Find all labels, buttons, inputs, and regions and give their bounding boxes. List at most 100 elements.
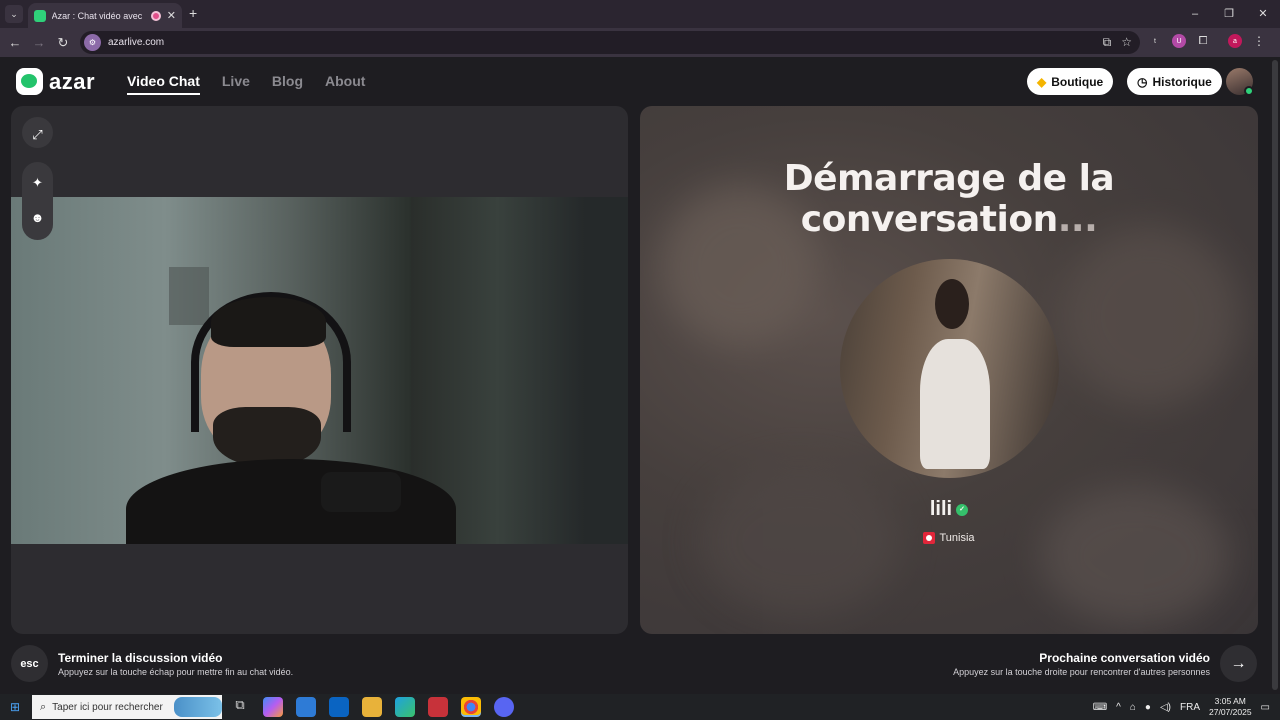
- self-video-panel: ⤢ ✦ ☻: [11, 106, 628, 634]
- taskbar-search[interactable]: ⌕ Taper ici pour rechercher: [32, 695, 222, 719]
- browser-menu-icon[interactable]: ⋮: [1252, 34, 1266, 48]
- tab-search-icon[interactable]: ⌄: [5, 5, 23, 23]
- copilot-icon[interactable]: [263, 697, 283, 717]
- historique-label: Historique: [1152, 74, 1212, 89]
- azar-favicon-icon: [34, 9, 46, 22]
- clock[interactable]: 3:05 AM 27/07/2025: [1209, 696, 1252, 718]
- show-hidden-icons-icon[interactable]: ^: [1116, 702, 1121, 713]
- close-window-button[interactable]: ✕: [1246, 0, 1280, 28]
- forward-arrow-icon[interactable]: →: [27, 35, 51, 50]
- tab-title: Azar : Chat vidéo avec de n: [51, 10, 145, 21]
- reload-icon[interactable]: ↻: [51, 35, 75, 51]
- historique-button[interactable]: ◷ Historique: [1127, 68, 1222, 95]
- system-tray: ⌨ ^ ⌂ ● ◁) FRA 3:05 AM 27/07/2025 ▭: [1093, 694, 1280, 720]
- clock-icon: ◷: [1137, 74, 1148, 89]
- nav-live[interactable]: Live: [222, 73, 250, 95]
- new-tab-icon[interactable]: +: [189, 5, 197, 21]
- gem-icon: ◆: [1037, 74, 1047, 89]
- microphone: [321, 472, 401, 512]
- nav-blog[interactable]: Blog: [272, 73, 303, 95]
- address-bar[interactable]: ⚙ azarlive.com ⧉ ☆: [80, 31, 1140, 54]
- photo-figure-dress: [920, 339, 990, 469]
- chat-controls-bar: esc Terminer la discussion vidéo Appuyez…: [0, 645, 1280, 694]
- audio-recording-icon[interactable]: [150, 10, 161, 21]
- online-status-icon: [1244, 86, 1254, 96]
- connecting-dots: ...: [1057, 199, 1098, 240]
- blur-shape: [1060, 226, 1240, 406]
- edge-icon[interactable]: [395, 697, 415, 717]
- bookmark-star-icon[interactable]: ☆: [1121, 35, 1132, 50]
- boutique-label: Boutique: [1051, 74, 1104, 89]
- search-placeholder: Taper ici pour rechercher: [52, 701, 163, 713]
- scrollbar-thumb[interactable]: [1272, 60, 1278, 690]
- end-chat-title: Terminer la discussion vidéo: [58, 651, 223, 665]
- window-controls: – ❐ ✕: [1178, 0, 1280, 28]
- install-app-icon[interactable]: ⧉: [1103, 35, 1112, 50]
- photo-figure-head: [935, 279, 969, 329]
- network-icon[interactable]: ⌂: [1130, 702, 1136, 713]
- site-info-icon[interactable]: ⚙: [84, 34, 101, 51]
- expand-button[interactable]: ⤢: [22, 117, 53, 148]
- match-country: Tunisia: [640, 532, 1258, 545]
- file-explorer-icon[interactable]: [362, 697, 382, 717]
- task-view-icon[interactable]: ⧉: [230, 697, 250, 717]
- discord-icon[interactable]: [494, 697, 514, 717]
- back-arrow-icon[interactable]: ←: [3, 35, 27, 50]
- microsoft-store-icon[interactable]: [296, 697, 316, 717]
- partner-video-panel: Démarrage de la conversation... lili ✓ Tu…: [640, 106, 1258, 634]
- microphone-icon[interactable]: ●: [1145, 702, 1151, 713]
- tunisia-flag-icon: [923, 532, 936, 545]
- country-name: Tunisia: [939, 532, 975, 544]
- effects-toolbar: ✦ ☻: [22, 162, 53, 240]
- expand-icon: ⤢: [32, 127, 43, 142]
- match-name: lili ✓: [640, 498, 1258, 521]
- end-chat-button[interactable]: esc: [11, 645, 48, 682]
- maximize-button[interactable]: ❐: [1212, 0, 1246, 28]
- user-avatar[interactable]: [1226, 68, 1254, 96]
- extensions-area: t U ⧠ a ⋮: [1148, 34, 1266, 48]
- browser-tabbar: ⌄ Azar : Chat vidéo avec de n ✕ + – ❐ ✕: [0, 0, 1280, 28]
- chrome-icon[interactable]: [461, 697, 481, 717]
- wall-frame: [169, 267, 209, 325]
- azar-logo[interactable]: azar: [16, 68, 95, 95]
- person-beard: [213, 407, 321, 467]
- main-nav: Video Chat Live Blog About: [127, 73, 365, 95]
- extensions-puzzle-icon[interactable]: ⧠: [1196, 34, 1210, 48]
- match-name-text: lili: [929, 498, 953, 520]
- volume-icon[interactable]: ◁): [1160, 702, 1171, 713]
- app-window-icon[interactable]: [428, 697, 448, 717]
- site-header: azar Video Chat Live Blog About ◆ Boutiq…: [0, 57, 1280, 105]
- nav-about[interactable]: About: [325, 73, 365, 95]
- outlook-icon[interactable]: [329, 697, 349, 717]
- azar-site: azar Video Chat Live Blog About ◆ Boutiq…: [0, 57, 1280, 694]
- search-icon: ⌕: [40, 700, 47, 713]
- face-filter-icon[interactable]: ☻: [31, 200, 45, 235]
- profile-avatar-icon[interactable]: a: [1228, 34, 1242, 48]
- next-chat-hint: Appuyez sur la touche droite pour rencon…: [953, 667, 1210, 677]
- boutique-button[interactable]: ◆ Boutique: [1027, 68, 1114, 95]
- match-profile-photo: [840, 259, 1059, 478]
- clock-date: 27/07/2025: [1209, 707, 1252, 717]
- search-highlight-icon: [174, 697, 222, 717]
- extension-u-icon[interactable]: U: [1172, 34, 1186, 48]
- notifications-icon[interactable]: ▭: [1261, 702, 1270, 713]
- next-chat-title: Prochaine conversation vidéo: [1039, 651, 1210, 665]
- tab-close-icon[interactable]: ✕: [167, 9, 176, 22]
- sparkle-effects-icon[interactable]: ✦: [32, 165, 43, 200]
- person-body: [126, 459, 456, 544]
- browser-tab[interactable]: Azar : Chat vidéo avec de n ✕: [28, 3, 182, 28]
- language-indicator[interactable]: FRA: [1180, 702, 1200, 713]
- nav-video-chat[interactable]: Video Chat: [127, 73, 200, 95]
- url-text: azarlive.com: [108, 37, 165, 48]
- minimize-button[interactable]: –: [1178, 0, 1212, 28]
- taskbar-apps: ⧉: [230, 697, 514, 717]
- end-chat-hint: Appuyez sur la touche échap pour mettre …: [58, 667, 294, 677]
- logo-text: azar: [49, 68, 96, 94]
- next-chat-button[interactable]: →: [1220, 645, 1257, 682]
- windows-taskbar: ⊞ ⌕ Taper ici pour rechercher ⧉ ⌨ ^ ⌂ ● …: [0, 694, 1280, 720]
- arrow-right-icon: →: [1230, 654, 1247, 672]
- windows-start-icon[interactable]: ⊞: [0, 694, 30, 720]
- keyboard-icon[interactable]: ⌨: [1093, 702, 1107, 713]
- browser-toolbar: ← → ↻ ⚙ azarlive.com ⧉ ☆: [0, 28, 1280, 57]
- extension-t-icon[interactable]: t: [1148, 34, 1162, 48]
